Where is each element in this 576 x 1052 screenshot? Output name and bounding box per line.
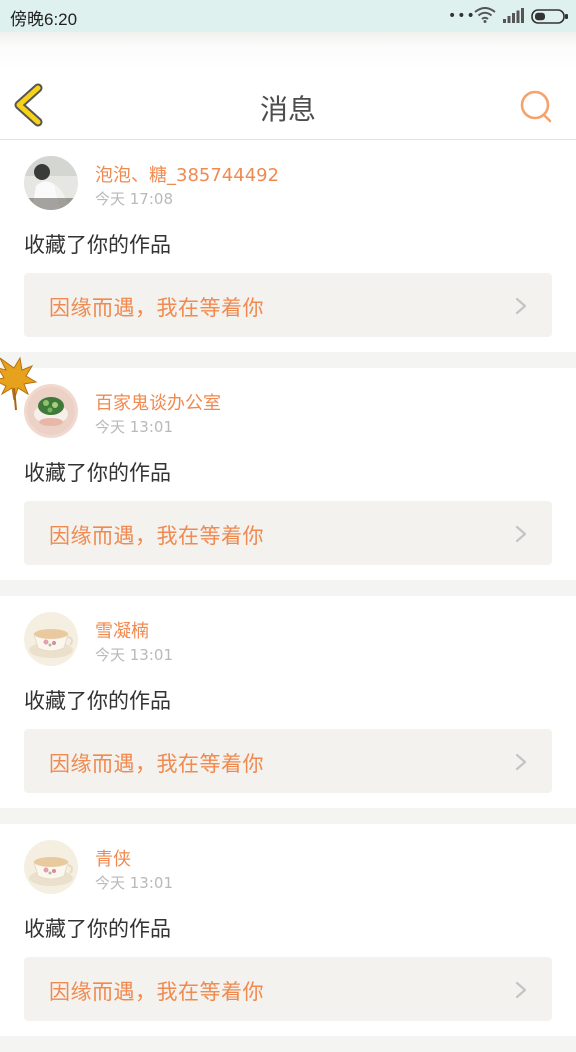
action-text: 收藏了你的作品 <box>24 917 171 941</box>
teacup-icon <box>24 840 78 894</box>
avatar[interactable] <box>24 156 78 210</box>
status-bar: 傍晚6:20 ••• <box>0 0 576 32</box>
wifi-icon <box>474 7 496 23</box>
teacup-icon <box>24 612 78 666</box>
message-list: 泡泡、糖_385744492 今天 17:08 收藏了你的作品 因缘而遇，我在等… <box>0 140 576 1052</box>
work-link[interactable]: 因缘而遇，我在等着你 <box>24 729 552 793</box>
battery-icon <box>531 9 568 24</box>
timestamp: 今天 13:01 <box>95 418 173 436</box>
header-bar: 消息 <box>0 32 576 140</box>
chevron-right-icon <box>515 981 527 999</box>
work-title: 因缘而遇，我在等着你 <box>49 296 264 320</box>
page-title: 消息 <box>259 93 316 126</box>
action-text: 收藏了你的作品 <box>24 233 171 257</box>
user-name[interactable]: 百家鬼谈办公室 <box>95 389 221 415</box>
avatar[interactable] <box>24 612 78 666</box>
chevron-right-icon <box>515 525 527 543</box>
work-link[interactable]: 因缘而遇，我在等着你 <box>24 501 552 565</box>
timestamp: 今天 17:08 <box>95 190 173 208</box>
status-time: 傍晚6:20 <box>10 10 78 29</box>
work-link[interactable]: 因缘而遇，我在等着你 <box>24 273 552 337</box>
message-card: 青侠 今天 13:01 收藏了你的作品 因缘而遇，我在等着你 <box>0 824 576 1036</box>
work-title: 因缘而遇，我在等着你 <box>49 752 264 776</box>
action-text: 收藏了你的作品 <box>24 689 171 713</box>
chevron-right-icon <box>515 297 527 315</box>
chevron-right-icon <box>515 753 527 771</box>
action-text: 收藏了你的作品 <box>24 461 171 485</box>
timestamp: 今天 13:01 <box>95 874 173 892</box>
message-card: 雪凝楠 今天 13:01 收藏了你的作品 因缘而遇，我在等着你 <box>0 596 576 808</box>
message-card: 百家鬼谈办公室 今天 13:01 收藏了你的作品 因缘而遇，我在等着你 <box>0 368 576 580</box>
work-link[interactable]: 因缘而遇，我在等着你 <box>24 957 552 1021</box>
timestamp: 今天 13:01 <box>95 646 173 664</box>
user-name[interactable]: 青侠 <box>95 845 131 871</box>
signal-icon <box>503 8 524 23</box>
work-title: 因缘而遇，我在等着你 <box>49 980 264 1004</box>
message-card: 泡泡、糖_385744492 今天 17:08 收藏了你的作品 因缘而遇，我在等… <box>0 140 576 352</box>
user-name[interactable]: 雪凝楠 <box>95 617 149 643</box>
maple-leaf-icon <box>0 356 38 411</box>
user-name[interactable]: 泡泡、糖_385744492 <box>95 161 279 187</box>
search-icon[interactable] <box>518 88 554 124</box>
avatar-photo-icon <box>24 156 78 210</box>
avatar[interactable] <box>24 840 78 894</box>
work-title: 因缘而遇，我在等着你 <box>49 524 264 548</box>
more-dots-icon: ••• <box>448 8 476 24</box>
